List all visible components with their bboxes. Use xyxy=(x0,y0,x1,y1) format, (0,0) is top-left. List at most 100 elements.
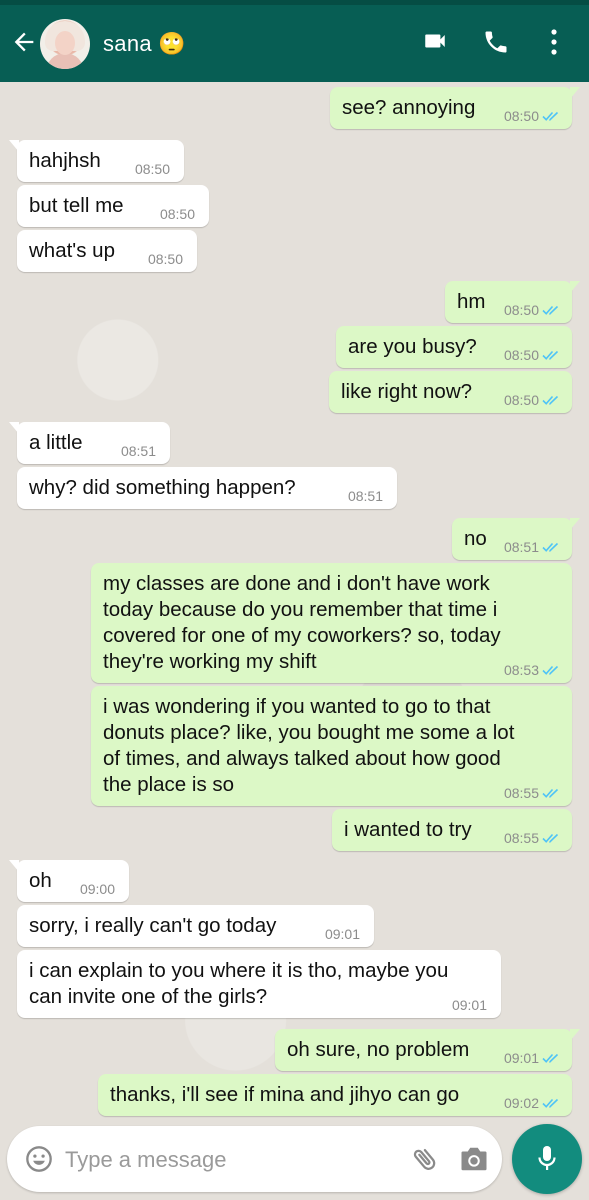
bubble-tail xyxy=(570,1029,580,1041)
outgoing-message[interactable]: like right now? 08:50 xyxy=(329,371,572,413)
message-text: like right now? xyxy=(341,380,473,403)
message-meta: 08:50 xyxy=(504,392,562,408)
message-time: 08:50 xyxy=(503,108,539,124)
read-receipt-icon xyxy=(542,1053,559,1063)
read-receipt-icon xyxy=(542,542,559,552)
message-text: hm xyxy=(457,290,486,313)
status-bar xyxy=(0,0,589,5)
contact-name[interactable]: sana 🙄 xyxy=(103,31,186,57)
message-time: 08:50 xyxy=(503,392,539,408)
message-time: 08:50 xyxy=(503,302,539,318)
message-time: 09:01 xyxy=(451,997,487,1013)
video-call-icon[interactable] xyxy=(420,28,450,54)
chat-header: sana 🙄 xyxy=(0,0,589,82)
message-time: 08:55 xyxy=(503,785,539,801)
message-time: 08:50 xyxy=(159,206,195,222)
message-meta: 08:50 xyxy=(504,347,562,363)
message-text: no xyxy=(464,527,487,550)
message-time: 09:00 xyxy=(79,881,115,897)
avatar[interactable] xyxy=(40,19,90,69)
incoming-message[interactable]: sorry, i really can't go today 09:01 xyxy=(17,905,374,947)
message-text: i can explain to you where it is tho, ma… xyxy=(29,959,449,1008)
outgoing-message[interactable]: my classes are done and i don't have wor… xyxy=(91,563,572,683)
read-receipt-icon xyxy=(542,305,559,315)
incoming-message[interactable]: oh 09:00 xyxy=(9,860,129,902)
back-arrow-icon[interactable] xyxy=(10,28,38,56)
read-receipt-icon xyxy=(542,395,559,405)
bubble-tail xyxy=(9,860,19,872)
message-text: oh xyxy=(29,869,52,892)
message-text: see? annoying xyxy=(342,96,476,119)
message-composer xyxy=(7,1126,502,1192)
bubble-tail xyxy=(570,518,580,530)
read-receipt-icon xyxy=(542,665,559,675)
bubble-tail xyxy=(9,140,19,152)
message-time: 08:50 xyxy=(147,251,183,267)
read-receipt-icon xyxy=(542,833,559,843)
message-meta: 08:50 xyxy=(504,108,562,124)
message-meta: 09:01 xyxy=(325,926,360,942)
message-meta: 08:50 xyxy=(504,302,562,318)
voice-record-button[interactable] xyxy=(512,1124,582,1194)
incoming-message[interactable]: what's up 08:50 xyxy=(17,230,197,272)
read-receipt-icon xyxy=(542,350,559,360)
message-time: 09:01 xyxy=(324,926,360,942)
bubble-tail xyxy=(570,87,580,99)
message-text: a little xyxy=(29,431,83,454)
message-time: 09:01 xyxy=(503,1050,539,1066)
message-meta: 08:51 xyxy=(121,443,156,459)
message-meta: 09:00 xyxy=(80,881,115,897)
outgoing-message[interactable]: i wanted to try 08:55 xyxy=(332,809,572,851)
emoji-icon[interactable] xyxy=(25,1145,53,1173)
outgoing-message[interactable]: thanks, i'll see if mina and jihyo can g… xyxy=(98,1074,572,1116)
message-text: what's up xyxy=(29,239,115,262)
message-meta: 09:02 xyxy=(504,1095,562,1111)
message-input[interactable] xyxy=(63,1142,397,1178)
message-text: sorry, i really can't go today xyxy=(29,914,277,937)
bubble-tail xyxy=(9,422,19,434)
incoming-message[interactable]: a little 08:51 xyxy=(9,422,170,464)
message-text: my classes are done and i don't have wor… xyxy=(103,572,501,673)
incoming-message[interactable]: hahjhsh 08:50 xyxy=(9,140,184,182)
message-time: 08:51 xyxy=(503,539,539,555)
message-time: 08:53 xyxy=(503,662,539,678)
message-time: 08:50 xyxy=(503,347,539,363)
outgoing-message[interactable]: i was wondering if you wanted to go to t… xyxy=(91,686,572,806)
incoming-message[interactable]: i can explain to you where it is tho, ma… xyxy=(17,950,501,1018)
read-receipt-icon xyxy=(542,111,559,121)
outgoing-message[interactable]: hm 08:50 xyxy=(445,281,580,323)
voice-call-icon[interactable] xyxy=(482,28,510,56)
read-receipt-icon xyxy=(542,1098,559,1108)
message-meta: 08:51 xyxy=(348,488,383,504)
outgoing-message[interactable]: no 08:51 xyxy=(452,518,580,560)
message-time: 08:55 xyxy=(503,830,539,846)
incoming-message[interactable]: why? did something happen? 08:51 xyxy=(17,467,397,509)
outgoing-message[interactable]: oh sure, no problem 09:01 xyxy=(275,1029,580,1071)
attach-icon[interactable] xyxy=(410,1144,440,1174)
message-meta: 08:55 xyxy=(504,785,562,801)
incoming-message[interactable]: but tell me 08:50 xyxy=(17,185,209,227)
message-text: oh sure, no problem xyxy=(287,1038,470,1061)
read-receipt-icon xyxy=(542,788,559,798)
message-meta: 08:53 xyxy=(504,662,562,678)
message-text: i wanted to try xyxy=(344,818,472,841)
message-meta: 08:51 xyxy=(504,539,562,555)
message-text: are you busy? xyxy=(348,335,477,358)
message-text: why? did something happen? xyxy=(29,476,296,499)
message-meta: 09:01 xyxy=(452,997,487,1013)
message-meta: 09:01 xyxy=(504,1050,562,1066)
message-time: 08:51 xyxy=(347,488,383,504)
camera-icon[interactable] xyxy=(459,1145,489,1173)
message-text: but tell me xyxy=(29,194,124,217)
message-text: i was wondering if you wanted to go to t… xyxy=(103,695,515,796)
message-time: 09:02 xyxy=(503,1095,539,1111)
outgoing-message[interactable]: see? annoying 08:50 xyxy=(330,87,580,129)
outgoing-message[interactable]: are you busy? 08:50 xyxy=(336,326,572,368)
more-options-icon[interactable] xyxy=(549,28,559,56)
message-time: 08:50 xyxy=(134,161,170,177)
message-meta: 08:50 xyxy=(148,251,183,267)
bubble-tail xyxy=(570,281,580,293)
message-meta: 08:50 xyxy=(135,161,170,177)
message-meta: 08:50 xyxy=(160,206,195,222)
microphone-icon xyxy=(538,1146,556,1170)
